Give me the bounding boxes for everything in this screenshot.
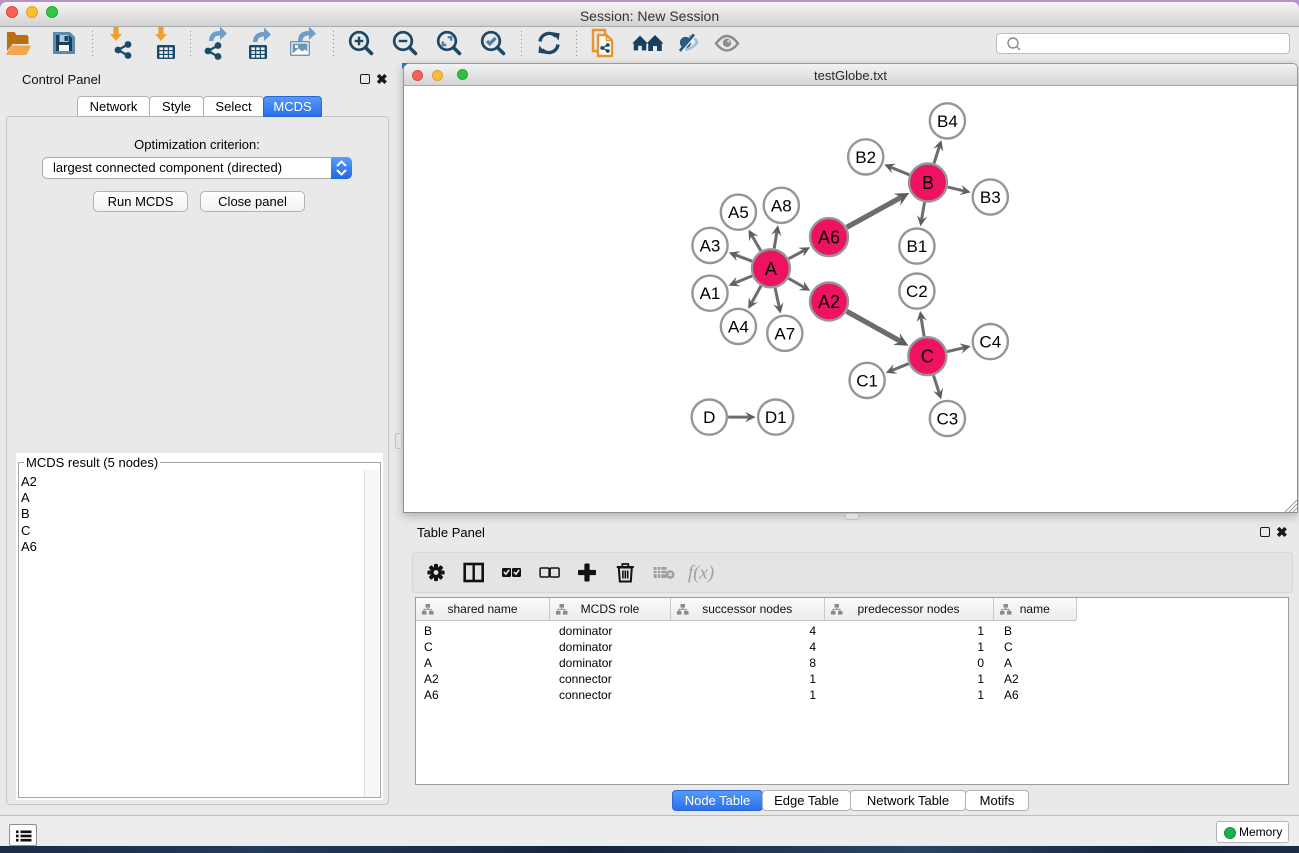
svg-text:A3: A3 <box>700 236 721 255</box>
svg-text:C4: C4 <box>979 333 1001 352</box>
svg-text:A7: A7 <box>774 324 795 343</box>
svg-text:D1: D1 <box>765 408 787 427</box>
svg-text:B3: B3 <box>980 188 1001 207</box>
svg-text:B2: B2 <box>855 148 876 167</box>
svg-text:A8: A8 <box>771 196 792 215</box>
svg-text:B4: B4 <box>937 112 958 131</box>
svg-text:A5: A5 <box>728 203 749 222</box>
svg-text:B: B <box>922 173 934 193</box>
svg-text:C: C <box>921 347 934 367</box>
svg-text:A2: A2 <box>818 292 840 312</box>
svg-text:A1: A1 <box>700 284 721 303</box>
svg-text:A: A <box>765 259 777 279</box>
svg-text:A6: A6 <box>818 228 840 248</box>
svg-text:D: D <box>703 408 715 427</box>
svg-text:C3: C3 <box>937 410 959 429</box>
svg-text:C2: C2 <box>906 282 928 301</box>
svg-text:A4: A4 <box>728 317 749 336</box>
svg-text:B1: B1 <box>907 237 928 256</box>
svg-text:f(x): f(x) <box>688 563 714 584</box>
svg-text:C1: C1 <box>856 371 878 390</box>
